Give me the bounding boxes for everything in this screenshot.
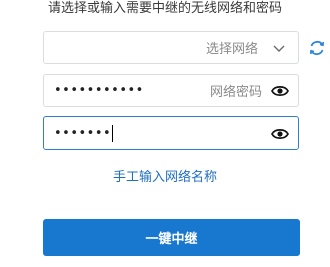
- one-click-repeat-button[interactable]: 一键中继: [43, 219, 300, 256]
- ssid-select-field[interactable]: 选择网络: [43, 31, 299, 64]
- password-placeholder: 网络密码: [209, 85, 262, 100]
- confirm-password-value-wrap: •••••••: [54, 117, 114, 149]
- text-caret: [112, 124, 114, 142]
- page-title: 请选择或输入需要中继的无线网络和密码: [47, 1, 282, 16]
- eye-icon[interactable]: [271, 126, 289, 142]
- eye-icon[interactable]: [271, 83, 289, 99]
- confirm-password-field[interactable]: •••••••: [43, 116, 299, 150]
- refresh-icon[interactable]: [307, 38, 327, 58]
- ssid-placeholder: 选择网络: [205, 42, 258, 57]
- password-value: •••••••••••: [54, 83, 144, 98]
- manual-network-name-link[interactable]: 手工输入网络名称: [0, 166, 330, 185]
- confirm-password-value: •••••••: [54, 125, 112, 141]
- password-field[interactable]: ••••••••••• 网络密码: [43, 74, 299, 107]
- ssid-dropdown[interactable]: 选择网络: [44, 32, 298, 63]
- chevron-down-icon: [273, 45, 285, 52]
